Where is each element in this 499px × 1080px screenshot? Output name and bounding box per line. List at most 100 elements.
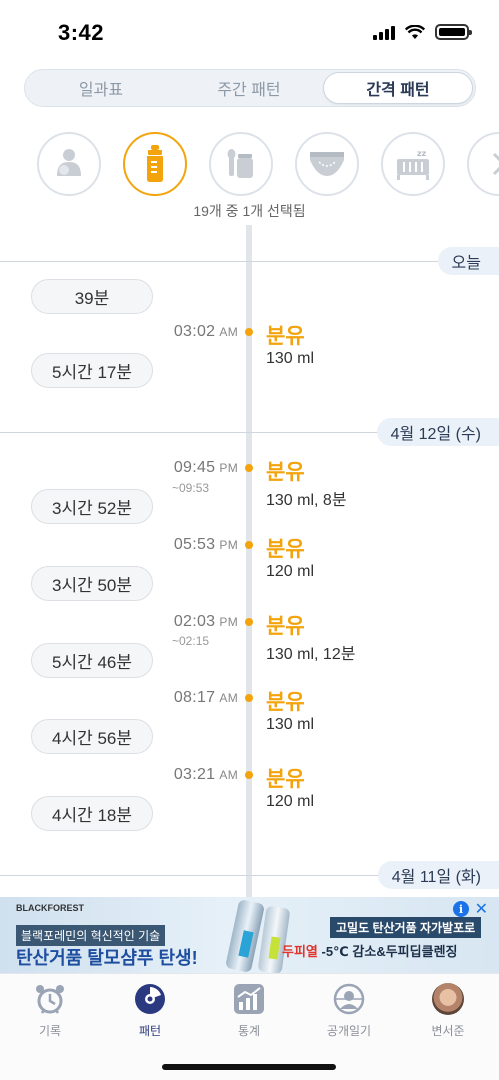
time-value: 09:45 (173, 459, 216, 476)
cellular-signal-icon (373, 25, 395, 40)
entry-time: 03:02 AM (0, 323, 238, 341)
status-icons (373, 24, 472, 40)
ampm-label: PM (219, 538, 238, 552)
interval-pill: 3시간 50분 (31, 566, 153, 601)
category-sleep[interactable]: zz (381, 132, 445, 196)
category-filter-row: zz (37, 132, 499, 198)
pattern-view-tabs: 일과표 주간 패턴 간격 패턴 (24, 69, 476, 107)
nav-label: 통계 (237, 1024, 261, 1038)
nav-record[interactable]: 기록 (5, 982, 95, 1039)
more-chevron-icon (492, 152, 499, 176)
baby-food-icon (227, 149, 253, 178)
battery-icon (435, 24, 472, 40)
tab-interval-pattern[interactable]: 간격 패턴 (323, 72, 473, 104)
category-baby-food[interactable] (209, 132, 273, 196)
baby-bottle-icon (147, 145, 163, 182)
nav-public-diary[interactable]: 공개일기 (304, 982, 394, 1039)
timeline-dot (245, 771, 253, 779)
entry-time: 02:03 PM (0, 613, 238, 631)
entry-title[interactable]: 분유 (266, 686, 305, 716)
timeline-dot (245, 541, 253, 549)
entry-title[interactable]: 분유 (266, 610, 305, 640)
time-value: 03:21 (173, 766, 216, 783)
wifi-icon (405, 24, 425, 39)
status-time: 3:42 (58, 20, 105, 45)
ad-subtitle: 두피열 -5℃ 감소&두피딥클렌징 (282, 941, 457, 960)
ad-close-icon[interactable]: ✕ (475, 899, 488, 919)
entry-title[interactable]: 분유 (266, 320, 305, 350)
timeline-line (246, 225, 252, 897)
svg-text:zz: zz (417, 149, 427, 158)
nav-stats[interactable]: 통계 (204, 982, 294, 1039)
ad-title: 탄산거품 탈모샴푸 탄생! (16, 948, 198, 968)
ampm-label: AM (219, 325, 238, 339)
time-value: 05:53 (173, 536, 216, 553)
category-breastfeeding[interactable] (37, 132, 101, 196)
ampm-label: PM (219, 615, 238, 629)
ad-brand: BLACKFOREST (16, 903, 84, 913)
time-value: 02:03 (173, 613, 216, 630)
stats-icon (232, 982, 266, 1016)
timeline-dot (245, 618, 253, 626)
public-diary-icon (332, 982, 366, 1016)
ad-subheadline: 고밀도 탄산거품 자가발포로 (330, 917, 482, 938)
alarm-clock-icon (33, 982, 67, 1016)
profile-avatar-wrap (431, 982, 465, 1016)
nav-label: 패턴 (138, 1024, 162, 1038)
tab-weekly-pattern[interactable]: 주간 패턴 (175, 72, 323, 104)
ad-subtitle-rest: -5℃ 감소&두피딥클렌징 (317, 944, 458, 959)
entry-time: 05:53 PM (0, 536, 238, 554)
time-value: 03:02 (173, 323, 216, 340)
status-bar: 3:42 (0, 0, 499, 66)
ad-banner[interactable]: BLACKFOREST 블랙포레민의 혁신적인 기술 탄산거품 탈모샴푸 탄생!… (0, 897, 499, 973)
interval-pill: 5시간 17분 (31, 353, 153, 388)
timeline-dot (245, 328, 253, 336)
interval-pill: 39분 (31, 279, 153, 314)
ampm-label: AM (219, 691, 238, 705)
nav-label: 공개일기 (326, 1024, 372, 1038)
entry-detail: 130 ml (266, 350, 315, 367)
pattern-chart-icon (133, 982, 167, 1016)
entry-end-time: ~02:15 (172, 634, 210, 648)
date-chip-apr11: 4월 11일 (화) (377, 861, 499, 889)
date-chip-apr12: 4월 12일 (수) (376, 418, 499, 446)
tab-daily-schedule[interactable]: 일과표 (27, 72, 175, 104)
nav-pattern[interactable]: 패턴 (105, 982, 195, 1039)
interval-pill: 3시간 52분 (31, 489, 153, 524)
timeline-dot (245, 694, 253, 702)
entry-detail: 130 ml (266, 716, 315, 733)
ad-subtitle-highlight: 두피열 (282, 944, 318, 959)
entry-title[interactable]: 분유 (266, 763, 305, 793)
selected-count-label: 19개 중 1개 선택됨 (193, 203, 306, 219)
entry-title[interactable]: 분유 (266, 456, 305, 486)
entry-time: 08:17 AM (0, 689, 238, 707)
interval-pill: 4시간 18분 (31, 796, 153, 831)
ampm-label: PM (219, 461, 238, 475)
nav-label: 변서준 (431, 1024, 465, 1038)
entry-detail: 130 ml, 8분 (266, 492, 347, 509)
ampm-label: AM (219, 768, 238, 782)
entry-time: 09:45 PM (0, 459, 238, 477)
entry-time: 03:21 AM (0, 766, 238, 784)
nav-profile[interactable]: 변서준 (403, 982, 493, 1039)
category-diaper[interactable] (295, 132, 359, 196)
diaper-icon (310, 152, 344, 176)
ad-headline: 블랙포레민의 혁신적인 기술 (16, 925, 166, 946)
entry-end-time: ~09:53 (172, 481, 210, 495)
entry-title[interactable]: 분유 (266, 533, 305, 563)
nav-label: 기록 (38, 1024, 62, 1038)
crib-sleep-icon: zz (397, 149, 429, 180)
entry-detail: 120 ml (266, 563, 315, 580)
ad-info-icon[interactable]: i (453, 901, 469, 917)
timeline-dot (245, 464, 253, 472)
entry-detail: 130 ml, 12분 (266, 646, 356, 663)
date-divider (0, 261, 499, 262)
breastfeeding-icon (57, 149, 81, 176)
category-formula[interactable] (123, 132, 187, 196)
interval-pill: 4시간 56분 (31, 719, 153, 754)
profile-avatar (432, 983, 464, 1015)
category-more[interactable] (467, 132, 499, 196)
time-value: 08:17 (173, 689, 216, 706)
entry-detail: 120 ml (266, 793, 315, 810)
date-chip-today: 오늘 (437, 247, 499, 275)
